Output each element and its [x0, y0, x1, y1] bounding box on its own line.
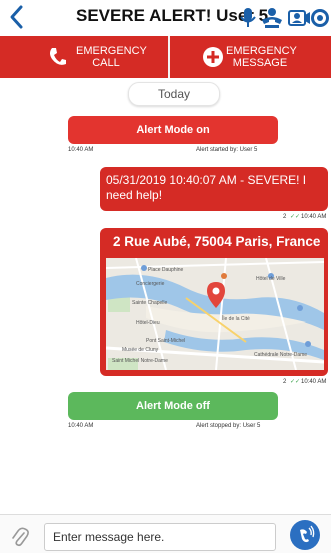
location-read-count: 2	[283, 379, 287, 385]
double-check-icon: ✓✓	[290, 214, 301, 220]
add-message-icon	[202, 46, 224, 73]
map-label-hotel-ville: Hôtel de Ville	[256, 276, 286, 282]
map-label-pont-saint-michel: Pont Saint-Michel	[146, 338, 185, 344]
emergency-divider	[168, 36, 170, 78]
map-label-sainte-chapelle: Sainte Chapelle	[132, 300, 168, 306]
map-label-ile-de-la-cite: Île de la Cité	[221, 315, 250, 322]
phone-icon	[48, 47, 66, 72]
paperclip-icon[interactable]	[10, 527, 30, 549]
map-label-place-dauphine: Place Dauphine	[148, 267, 184, 273]
alert-on-time: 10:40 AM	[68, 147, 94, 153]
send-voice-icon[interactable]	[290, 520, 320, 550]
alert-on-meta: Alert started by: User 5	[196, 147, 258, 153]
map-label-conciergerie: Conciergerie	[136, 281, 165, 287]
emergency-call-button[interactable]: EMERGENCY CALL	[48, 36, 166, 78]
outgoing-message[interactable]: 05/31/2019 10:40:07 AM - SEVERE! I need …	[100, 167, 328, 211]
alert-off-time: 10:40 AM	[68, 423, 94, 429]
map-label-hotel-dieu: Hôtel-Dieu	[136, 320, 160, 326]
location-badge-icon[interactable]	[310, 6, 331, 30]
alert-mode-off-banner: Alert Mode off	[68, 392, 278, 420]
alert-off-meta: Alert stopped by: User 5	[196, 423, 261, 429]
emergency-message-label: EMERGENCY MESSAGE	[226, 45, 297, 69]
group-call-icon[interactable]	[259, 6, 283, 30]
alert-mode-on-banner: Alert Mode on	[68, 116, 278, 144]
map-label-musee: Musée de Cluny	[122, 347, 159, 353]
location-map[interactable]: Place Dauphine Conciergerie Sainte Chape…	[106, 258, 324, 370]
location-time: 10:40 AM	[301, 379, 327, 385]
map-label-saint-michel-nd: Saint Michel Notre-Dame	[112, 358, 168, 364]
date-divider: Today	[128, 82, 220, 106]
microphone-icon[interactable]	[236, 6, 260, 30]
message-input[interactable]	[44, 523, 276, 551]
chevron-left-icon[interactable]	[6, 4, 28, 30]
double-check-icon: ✓✓	[290, 379, 301, 385]
emergency-call-label: EMERGENCY CALL	[76, 45, 147, 69]
user-card-icon[interactable]	[287, 6, 311, 30]
emergency-message-button[interactable]: EMERGENCY MESSAGE	[196, 36, 328, 78]
message1-read-count: 2	[283, 214, 287, 220]
map-label-cathedrale: Cathédrale Notre-Dame	[254, 352, 307, 358]
message1-time: 10:40 AM	[301, 214, 327, 220]
location-address: 2 Rue Aubé, 75004 Paris, France	[113, 234, 321, 249]
